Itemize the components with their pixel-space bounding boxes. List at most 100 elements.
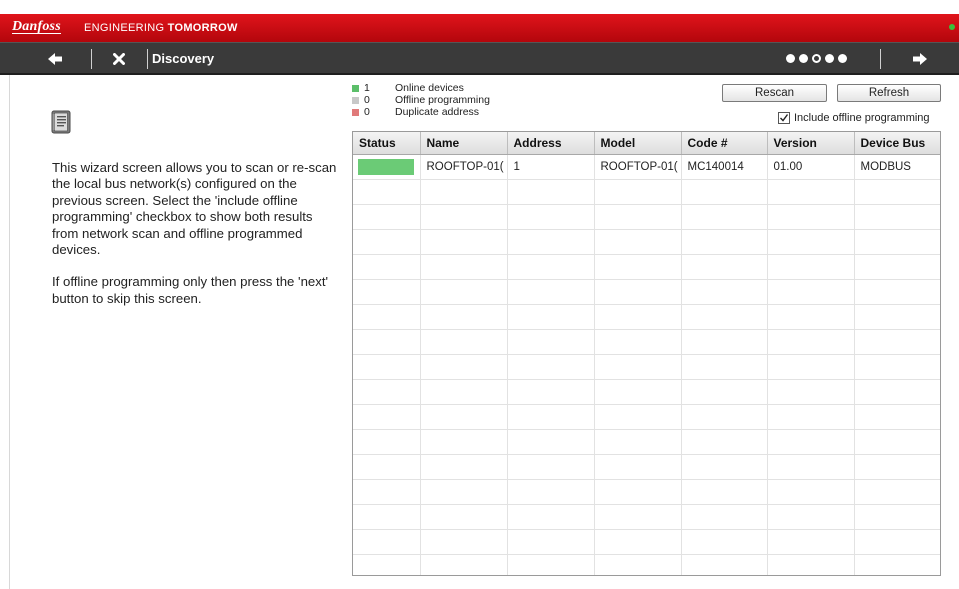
checkbox-icon[interactable] bbox=[778, 112, 790, 124]
empty-cell bbox=[594, 204, 682, 230]
empty-cell bbox=[594, 304, 682, 330]
empty-cell bbox=[594, 529, 682, 555]
empty-cell bbox=[767, 254, 855, 280]
empty-cell bbox=[420, 354, 508, 380]
legend-online: 1 Online devices bbox=[352, 82, 490, 94]
empty-table-row bbox=[353, 504, 940, 530]
empty-cell bbox=[507, 429, 595, 455]
column-header-address[interactable]: Address bbox=[507, 132, 595, 155]
empty-cell bbox=[681, 179, 768, 205]
empty-cell bbox=[420, 204, 508, 230]
empty-table-row bbox=[353, 204, 940, 230]
empty-cell bbox=[681, 554, 768, 575]
empty-cell bbox=[854, 479, 940, 505]
column-header-status[interactable]: Status bbox=[353, 132, 421, 155]
empty-cell bbox=[507, 529, 595, 555]
empty-cell bbox=[507, 354, 595, 380]
empty-cell bbox=[507, 329, 595, 355]
empty-cell bbox=[767, 354, 855, 380]
step-dot bbox=[786, 54, 795, 63]
empty-cell bbox=[594, 254, 682, 280]
empty-cell bbox=[353, 354, 421, 380]
empty-cell bbox=[854, 229, 940, 255]
code-cell: MC140014 bbox=[681, 154, 768, 180]
rescan-button[interactable]: Rescan bbox=[722, 84, 827, 102]
empty-cell bbox=[420, 279, 508, 305]
empty-table-row bbox=[353, 379, 940, 405]
column-header-code[interactable]: Code # bbox=[681, 132, 768, 155]
empty-cell bbox=[420, 229, 508, 255]
empty-cell bbox=[594, 229, 682, 255]
empty-cell bbox=[353, 529, 421, 555]
legend-duplicate: 0 Duplicate address bbox=[352, 106, 490, 118]
empty-cell bbox=[420, 529, 508, 555]
column-header-version[interactable]: Version bbox=[767, 132, 855, 155]
empty-cell bbox=[767, 329, 855, 355]
empty-cell bbox=[854, 429, 940, 455]
empty-table-row bbox=[353, 454, 940, 480]
empty-cell bbox=[854, 179, 940, 205]
empty-cell bbox=[353, 404, 421, 430]
empty-cell bbox=[353, 329, 421, 355]
empty-cell bbox=[420, 554, 508, 575]
empty-cell bbox=[353, 554, 421, 575]
empty-cell bbox=[420, 179, 508, 205]
back-button[interactable] bbox=[20, 43, 90, 74]
column-header-name[interactable]: Name bbox=[420, 132, 508, 155]
empty-cell bbox=[353, 179, 421, 205]
empty-cell bbox=[681, 204, 768, 230]
empty-cell bbox=[854, 554, 940, 575]
close-button[interactable] bbox=[92, 43, 146, 74]
empty-cell bbox=[854, 304, 940, 330]
empty-cell bbox=[420, 254, 508, 280]
empty-cell bbox=[594, 354, 682, 380]
empty-cell bbox=[681, 404, 768, 430]
step-dot bbox=[825, 54, 834, 63]
next-button[interactable] bbox=[890, 43, 950, 74]
online-swatch bbox=[352, 84, 359, 92]
nav-separator bbox=[880, 49, 881, 69]
empty-cell bbox=[353, 254, 421, 280]
empty-cell bbox=[854, 279, 940, 305]
empty-table-row bbox=[353, 404, 940, 430]
brand-bar: Danfoss ENGINEERING TOMORROW bbox=[0, 14, 959, 42]
top-margin bbox=[0, 0, 959, 14]
column-header-model[interactable]: Model bbox=[594, 132, 682, 155]
empty-cell bbox=[854, 254, 940, 280]
empty-cell bbox=[681, 504, 768, 530]
empty-cell bbox=[353, 504, 421, 530]
empty-cell bbox=[767, 179, 855, 205]
empty-table-row bbox=[353, 554, 940, 575]
empty-cell bbox=[767, 529, 855, 555]
empty-cell bbox=[854, 454, 940, 480]
empty-cell bbox=[420, 504, 508, 530]
empty-cell bbox=[767, 554, 855, 575]
empty-cell bbox=[767, 429, 855, 455]
step-dot bbox=[838, 54, 847, 63]
table-row[interactable]: ROOFTOP-01( 1 ROOFTOP-01( MC140014 01.00… bbox=[353, 154, 940, 180]
empty-cell bbox=[854, 404, 940, 430]
empty-cell bbox=[420, 404, 508, 430]
tagline-bold: TOMORROW bbox=[167, 22, 238, 34]
empty-cell bbox=[353, 204, 421, 230]
empty-table-row bbox=[353, 229, 940, 255]
left-arrow-icon bbox=[48, 52, 62, 65]
help-text: This wizard screen allows you to scan or… bbox=[52, 160, 342, 323]
tagline-light: ENGINEERING bbox=[84, 22, 168, 34]
empty-cell bbox=[594, 454, 682, 480]
empty-cell bbox=[681, 329, 768, 355]
empty-cell bbox=[681, 379, 768, 405]
empty-cell bbox=[353, 454, 421, 480]
empty-cell bbox=[854, 329, 940, 355]
empty-cell bbox=[507, 554, 595, 575]
empty-cell bbox=[767, 204, 855, 230]
empty-cell bbox=[594, 504, 682, 530]
column-header-device-bus[interactable]: Device Bus bbox=[854, 132, 940, 155]
refresh-button[interactable]: Refresh bbox=[837, 84, 941, 102]
empty-table-row bbox=[353, 479, 940, 505]
empty-cell bbox=[854, 354, 940, 380]
empty-cell bbox=[594, 379, 682, 405]
empty-cell bbox=[420, 329, 508, 355]
include-offline-checkbox[interactable]: Include offline programming bbox=[778, 112, 930, 124]
empty-cell bbox=[681, 479, 768, 505]
